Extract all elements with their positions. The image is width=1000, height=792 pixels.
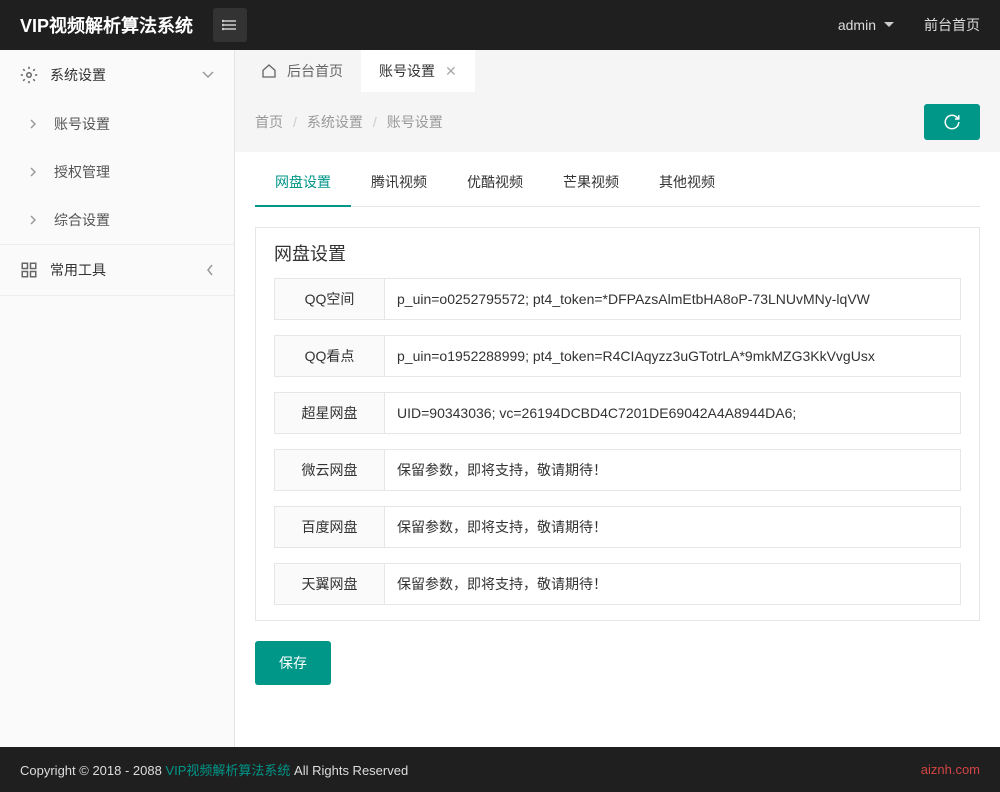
list-icon	[222, 17, 238, 33]
content-area: 网盘设置 腾讯视频 优酷视频 芒果视频 其他视频 网盘设置 QQ空间 QQ看点 …	[235, 152, 1000, 747]
settings-panel: 网盘设置 QQ空间 QQ看点 超星网盘 微云网盘	[255, 227, 980, 621]
sidebar-group-tools: 常用工具	[0, 245, 234, 296]
refresh-icon	[943, 113, 961, 131]
baidu-input[interactable]	[384, 506, 961, 548]
sidebar-group-system: 系统设置 账号设置 授权管理 综合设	[0, 50, 234, 245]
breadcrumb: 首页 / 系统设置 / 账号设置	[255, 112, 443, 132]
form-row-tianyi: 天翼网盘	[274, 563, 961, 605]
sub-tab-youku[interactable]: 优酷视频	[447, 172, 543, 206]
form-row-baidu: 百度网盘	[274, 506, 961, 548]
chevron-right-icon	[30, 167, 36, 177]
sidebar-item-general[interactable]: 综合设置	[0, 196, 234, 244]
sidebar-item-label: 账号设置	[54, 114, 110, 134]
panel-title: 网盘设置	[256, 228, 979, 278]
chevron-down-icon	[202, 71, 214, 79]
tab-label: 账号设置	[379, 61, 435, 81]
tab-home[interactable]: 后台首页	[243, 50, 361, 92]
sub-tab-other[interactable]: 其他视频	[639, 172, 735, 206]
sidebar-item-auth[interactable]: 授权管理	[0, 148, 234, 196]
chevron-right-icon	[30, 215, 36, 225]
copyright-text: Copyright © 2018 - 2088 VIP视频解析算法系统 All …	[20, 760, 408, 779]
form-row-weiyun: 微云网盘	[274, 449, 961, 491]
apps-icon	[20, 261, 38, 279]
chevron-right-icon	[30, 119, 36, 129]
watermark: aiznh.com	[921, 762, 980, 777]
sidebar-item-label: 综合设置	[54, 210, 110, 230]
footer: Copyright © 2018 - 2088 VIP视频解析算法系统 All …	[0, 747, 1000, 792]
form-label: QQ空间	[274, 278, 384, 320]
sub-tab-mango[interactable]: 芒果视频	[543, 172, 639, 206]
user-name: admin	[838, 17, 876, 33]
close-icon[interactable]: ✕	[445, 63, 457, 80]
top-header: VIP视频解析算法系统 admin 前台首页	[0, 0, 1000, 50]
save-button[interactable]: 保存	[255, 641, 331, 685]
tabs-bar: 后台首页 账号设置 ✕	[235, 50, 1000, 92]
form-label: 百度网盘	[274, 506, 384, 548]
tianyi-input[interactable]	[384, 563, 961, 605]
user-menu[interactable]: admin	[838, 17, 894, 33]
sidebar-group-label: 常用工具	[50, 260, 106, 280]
home-icon	[261, 63, 277, 79]
refresh-button[interactable]	[924, 104, 980, 140]
form-row-qqkandian: QQ看点	[274, 335, 961, 377]
chaoxing-input[interactable]	[384, 392, 961, 434]
breadcrumb-item[interactable]: 首页	[255, 112, 283, 132]
sidebar-group-label: 系统设置	[50, 65, 106, 85]
frontend-link[interactable]: 前台首页	[924, 15, 980, 35]
breadcrumb-separator: /	[293, 114, 297, 130]
form-label: QQ看点	[274, 335, 384, 377]
chevron-left-icon	[206, 264, 214, 276]
menu-toggle-button[interactable]	[213, 8, 247, 42]
sidebar: 系统设置 账号设置 授权管理 综合设	[0, 50, 235, 747]
form-row-chaoxing: 超星网盘	[274, 392, 961, 434]
breadcrumb-item: 账号设置	[387, 112, 443, 132]
caret-down-icon	[884, 22, 894, 28]
sidebar-group-title-system[interactable]: 系统设置	[0, 50, 234, 100]
form-row-qqzone: QQ空间	[274, 278, 961, 320]
weiyun-input[interactable]	[384, 449, 961, 491]
sub-tab-tencent[interactable]: 腾讯视频	[351, 172, 447, 206]
form-label: 天翼网盘	[274, 563, 384, 605]
sidebar-group-title-tools[interactable]: 常用工具	[0, 245, 234, 295]
qqkandian-input[interactable]	[384, 335, 961, 377]
form-label: 微云网盘	[274, 449, 384, 491]
form-label: 超星网盘	[274, 392, 384, 434]
sub-tab-disk[interactable]: 网盘设置	[255, 172, 351, 206]
breadcrumb-item[interactable]: 系统设置	[307, 112, 363, 132]
sidebar-item-account[interactable]: 账号设置	[0, 100, 234, 148]
sidebar-item-label: 授权管理	[54, 162, 110, 182]
tab-label: 后台首页	[287, 61, 343, 81]
sub-tabs: 网盘设置 腾讯视频 优酷视频 芒果视频 其他视频	[255, 172, 980, 207]
qqzone-input[interactable]	[384, 278, 961, 320]
breadcrumb-row: 首页 / 系统设置 / 账号设置	[235, 92, 1000, 152]
gear-icon	[20, 66, 38, 84]
main-content: 后台首页 账号设置 ✕ 首页 / 系统设置 / 账号设置	[235, 50, 1000, 747]
app-logo: VIP视频解析算法系统	[20, 12, 193, 38]
breadcrumb-separator: /	[373, 114, 377, 130]
footer-brand: VIP视频解析算法系统	[165, 763, 290, 778]
tab-account-settings[interactable]: 账号设置 ✕	[361, 50, 475, 92]
